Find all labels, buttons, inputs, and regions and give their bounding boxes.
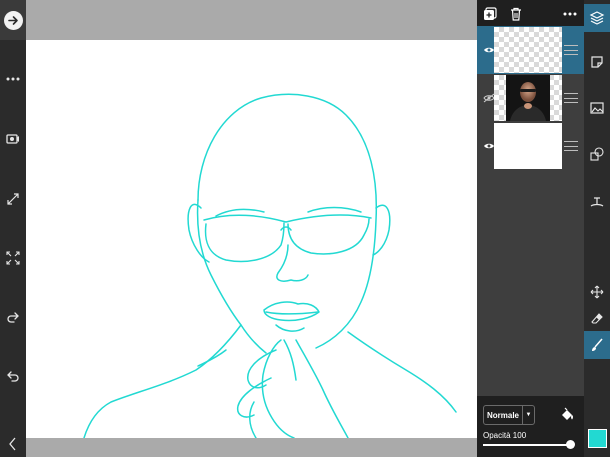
brush-icon bbox=[592, 338, 603, 351]
text-icon bbox=[590, 197, 604, 207]
opacity-slider-track[interactable] bbox=[483, 444, 571, 446]
undo-icon bbox=[7, 371, 19, 382]
fit-screen-button[interactable] bbox=[0, 245, 26, 271]
sketch-drawing bbox=[83, 93, 457, 438]
add-layer-icon bbox=[484, 7, 497, 20]
shapes-icon bbox=[590, 147, 604, 161]
move-icon bbox=[590, 285, 604, 299]
redo-button[interactable] bbox=[0, 305, 26, 331]
app: Normale ▼ Opacità 100 bbox=[0, 0, 610, 457]
drawing-canvas[interactable] bbox=[26, 40, 477, 438]
blend-mode-select[interactable]: Normale ▼ bbox=[483, 405, 535, 425]
move-tool-button[interactable] bbox=[584, 278, 610, 306]
brush-tool-button[interactable] bbox=[584, 331, 610, 359]
layer-thumbnail-background bbox=[494, 123, 562, 169]
layer-thumbnail-sketch bbox=[494, 27, 562, 73]
text-tool-button[interactable] bbox=[584, 188, 610, 216]
back-button[interactable] bbox=[0, 431, 26, 457]
undo-button[interactable] bbox=[0, 364, 26, 390]
drag-handle-icon[interactable] bbox=[564, 45, 578, 55]
left-toolbar bbox=[0, 0, 26, 457]
record-button[interactable] bbox=[0, 126, 26, 152]
opacity-slider-knob[interactable] bbox=[566, 440, 575, 449]
fill-bucket-button[interactable] bbox=[559, 407, 575, 423]
layer-properties: Normale ▼ Opacità 100 bbox=[477, 396, 584, 457]
eraser-icon bbox=[591, 313, 603, 324]
chevron-down-icon: ▼ bbox=[522, 406, 534, 424]
resize-icon bbox=[7, 193, 19, 205]
opacity-label: Opacità 100 bbox=[483, 431, 527, 440]
image-icon bbox=[590, 102, 604, 114]
layer-thumbnail-photo bbox=[494, 75, 562, 121]
workspace[interactable] bbox=[26, 0, 477, 457]
layers-panel-header bbox=[477, 0, 584, 28]
drag-handle-icon[interactable] bbox=[564, 141, 578, 151]
right-toolbar bbox=[584, 0, 610, 457]
layers-more-button[interactable] bbox=[561, 5, 579, 23]
eraser-tool-button[interactable] bbox=[584, 305, 610, 333]
more-icon bbox=[6, 77, 20, 81]
sticker-tool-button[interactable] bbox=[584, 48, 610, 76]
fit-screen-icon bbox=[6, 251, 20, 265]
add-layer-button[interactable] bbox=[481, 5, 499, 23]
video-icon bbox=[6, 134, 19, 144]
image-tool-button[interactable] bbox=[584, 94, 610, 122]
more-icon bbox=[563, 12, 577, 16]
paint-bucket-icon bbox=[562, 407, 573, 420]
arrow-right-icon bbox=[3, 10, 23, 30]
portrait-photo-thumbnail bbox=[506, 75, 550, 121]
shapes-tool-button[interactable] bbox=[584, 140, 610, 168]
layers-icon bbox=[589, 11, 605, 25]
layer-row-sketch[interactable] bbox=[477, 26, 584, 74]
delete-layer-button[interactable] bbox=[507, 5, 525, 23]
drag-handle-icon[interactable] bbox=[564, 93, 578, 103]
layer-row-photo[interactable] bbox=[477, 74, 584, 122]
exit-button[interactable] bbox=[0, 0, 26, 40]
blend-mode-value: Normale bbox=[486, 410, 519, 420]
delete-layer-icon bbox=[511, 7, 521, 21]
layers-panel: Normale ▼ Opacità 100 bbox=[477, 0, 584, 457]
sticker-icon bbox=[591, 56, 603, 68]
redo-icon bbox=[7, 312, 19, 323]
back-icon bbox=[9, 437, 16, 451]
layers-tool-button[interactable] bbox=[584, 4, 610, 32]
color-picker-swatch[interactable] bbox=[588, 429, 607, 448]
resize-button[interactable] bbox=[0, 186, 26, 212]
more-options-button[interactable] bbox=[0, 66, 26, 92]
layer-row-background[interactable] bbox=[477, 122, 584, 170]
